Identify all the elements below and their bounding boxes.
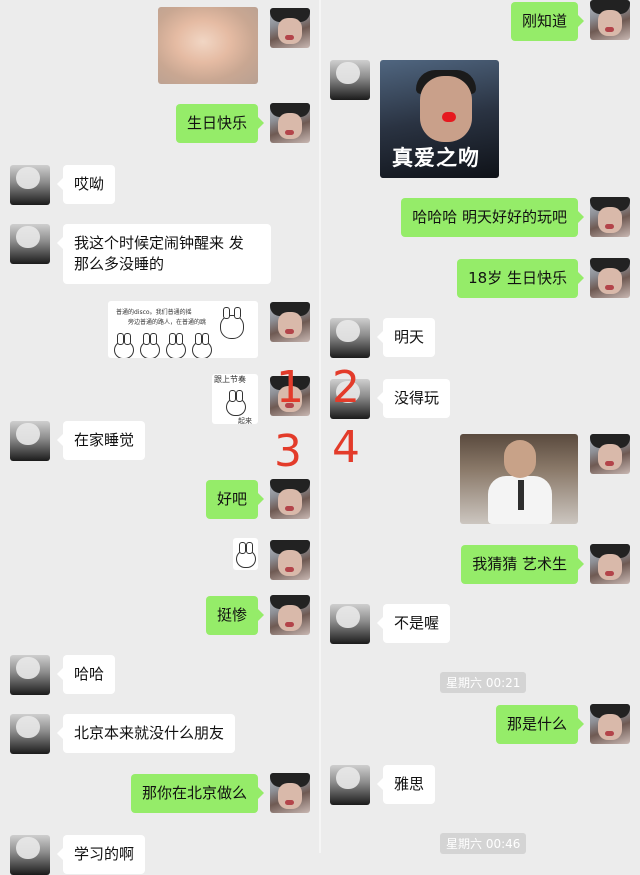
sticker-caption: 跟上节奏 xyxy=(214,375,246,384)
my-avatar[interactable] xyxy=(270,479,310,519)
message-bubble[interactable]: 在家睡觉 xyxy=(56,421,146,460)
annotation-number: 2 xyxy=(332,362,360,413)
message-bubble[interactable]: 没得玩 xyxy=(376,379,451,418)
my-avatar[interactable] xyxy=(270,540,310,580)
message-bubble[interactable]: 明天 xyxy=(376,318,436,357)
laughing-man-photo-message[interactable] xyxy=(460,434,578,524)
my-avatar[interactable] xyxy=(590,434,630,474)
dance-sticker-message[interactable]: 普通的disco。我们普通的摇 旁边普通的路人，在普通的跳 xyxy=(108,301,258,358)
contact-avatar[interactable] xyxy=(10,165,50,205)
bunny-icon xyxy=(192,333,212,358)
my-avatar[interactable] xyxy=(590,0,630,40)
sticker-caption: 旁边普通的路人，在普通的跳 xyxy=(128,319,207,326)
contact-avatar[interactable] xyxy=(10,655,50,695)
message-bubble[interactable]: 好吧 xyxy=(205,480,265,519)
contact-avatar[interactable] xyxy=(10,714,50,754)
message-bubble[interactable]: 北京本来就没什么朋友 xyxy=(56,714,236,753)
photo-caption: 真爱之吻 xyxy=(392,146,480,170)
contact-avatar[interactable] xyxy=(330,765,370,805)
sticker-caption: 普通的disco。我们普通的摇 xyxy=(116,309,192,316)
contact-avatar[interactable] xyxy=(10,421,50,461)
message-bubble[interactable]: 18岁 生日快乐 xyxy=(457,259,584,298)
my-avatar[interactable] xyxy=(270,103,310,143)
contact-avatar[interactable] xyxy=(10,224,50,264)
contact-avatar[interactable] xyxy=(330,60,370,100)
my-avatar[interactable] xyxy=(590,197,630,237)
message-bubble[interactable]: 哈哈 xyxy=(56,655,116,694)
annotation-number: 1 xyxy=(276,362,304,413)
bunny-icon xyxy=(226,390,246,416)
my-avatar[interactable] xyxy=(590,544,630,584)
sticker-caption: 起来 xyxy=(238,417,252,424)
my-avatar[interactable] xyxy=(270,773,310,813)
message-bubble[interactable]: 那是什么 xyxy=(495,705,585,744)
bunny-sticker-message[interactable] xyxy=(233,538,258,570)
bunny-icon xyxy=(166,333,186,358)
chat-panel-left: 生日快乐 哎呦 我这个时候定闹钟醒来 发 那么多没睡的 普通的disco。我们普… xyxy=(0,0,320,875)
message-bubble[interactable]: 雅思 xyxy=(376,765,436,804)
chat-panel-right: 刚知道 真爱之吻 哈哈哈 明天好好的玩吧 18岁 生日快乐 明天 没得玩 2 4… xyxy=(320,0,640,854)
message-bubble[interactable]: 学习的啊 xyxy=(56,835,146,874)
timestamp: 星期六 00:46 xyxy=(440,833,527,854)
annotation-number: 4 xyxy=(332,422,360,473)
message-bubble[interactable]: 我这个时候定闹钟醒来 发 那么多没睡的 xyxy=(57,224,271,284)
bunny-icon xyxy=(220,307,244,339)
kiss-photo-message[interactable]: 真爱之吻 xyxy=(380,60,499,178)
bunny-icon xyxy=(236,542,256,568)
my-avatar[interactable] xyxy=(270,302,310,342)
message-bubble[interactable]: 我猜猜 艺术生 xyxy=(461,545,584,584)
message-bubble[interactable]: 生日快乐 xyxy=(175,104,265,143)
message-bubble[interactable]: 挺惨 xyxy=(205,596,265,635)
contact-avatar[interactable] xyxy=(330,318,370,358)
timestamp: 星期六 00:21 xyxy=(440,672,527,693)
message-bubble[interactable]: 那你在北京做么 xyxy=(130,774,265,813)
my-avatar[interactable] xyxy=(590,704,630,744)
message-bubble[interactable]: 刚知道 xyxy=(510,2,585,41)
message-bubble[interactable]: 哎呦 xyxy=(56,165,116,204)
bunny-sticker-message[interactable]: 跟上节奏 起来 xyxy=(212,374,258,424)
my-avatar[interactable] xyxy=(270,8,310,48)
my-avatar[interactable] xyxy=(270,595,310,635)
my-avatar[interactable] xyxy=(590,258,630,298)
bunny-icon xyxy=(114,333,134,358)
baby-photo-message[interactable] xyxy=(158,7,258,84)
message-bubble[interactable]: 不是喔 xyxy=(376,604,451,643)
bunny-icon xyxy=(140,333,160,358)
contact-avatar[interactable] xyxy=(10,835,50,875)
message-bubble[interactable]: 哈哈哈 明天好好的玩吧 xyxy=(401,198,584,237)
contact-avatar[interactable] xyxy=(330,604,370,644)
annotation-number: 3 xyxy=(274,426,302,477)
